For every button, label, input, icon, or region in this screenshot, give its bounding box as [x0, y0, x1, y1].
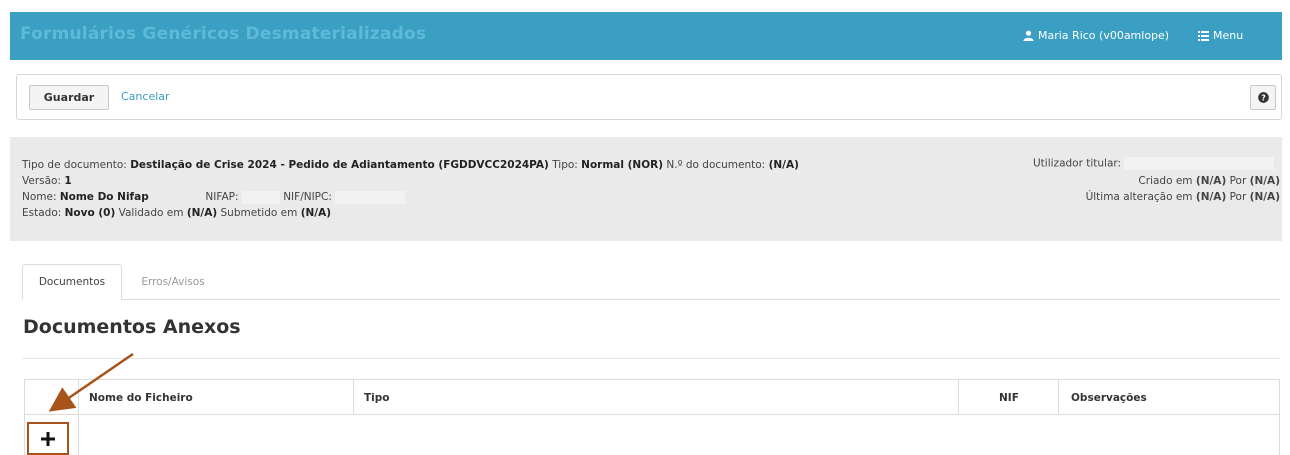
- table-header: Nome do Ficheiro Tipo NIF Observações: [25, 380, 1279, 415]
- plus-icon: [41, 431, 55, 446]
- app-title: Formulários Genéricos Desmaterializados: [20, 24, 427, 44]
- owner-user-value: [1124, 157, 1275, 170]
- document-type-line: Tipo de documento: Destilação de Crise 2…: [22, 157, 799, 173]
- user-icon: [1023, 30, 1034, 41]
- document-info-panel: Tipo de documento: Destilação de Crise 2…: [10, 137, 1282, 241]
- column-divider: [78, 415, 79, 455]
- column-header-observations: Observações: [1058, 380, 1281, 415]
- created-line: Criado em (N/A) Por (N/A): [1086, 173, 1280, 189]
- list-icon: [1198, 30, 1209, 41]
- app-header: Formulários Genéricos Desmaterializados …: [10, 12, 1282, 60]
- owner-user-label: Utilizador titular:: [1033, 157, 1122, 170]
- modified-label: Última alteração em: [1085, 191, 1193, 203]
- modified-line: Última alteração em (N/A) Por (N/A): [1086, 189, 1280, 205]
- created-by-label: Por: [1229, 175, 1247, 187]
- nif-nipc-label: NIF/NIPC:: [283, 191, 332, 203]
- column-header-actions: [25, 380, 78, 415]
- created-label: Criado em: [1138, 175, 1193, 187]
- add-attachment-button[interactable]: [27, 422, 69, 455]
- help-button[interactable]: ?: [1250, 85, 1276, 110]
- nifap-label: NIFAP:: [205, 191, 239, 203]
- svg-text:?: ?: [1261, 93, 1266, 102]
- created-value: (N/A): [1195, 175, 1227, 187]
- name-line: Nome: Nome Do Nifap NIFAP: NIF/NIPC:: [22, 189, 799, 205]
- version-line: Versão: 1: [22, 173, 799, 189]
- column-header-type: Tipo: [353, 380, 958, 415]
- column-header-nif: NIF: [958, 380, 1058, 415]
- modified-by-label: Por: [1229, 191, 1247, 203]
- menu-label: Menu: [1213, 29, 1244, 42]
- doc-number-label: N.º do documento:: [666, 159, 766, 171]
- cancel-link[interactable]: Cancelar: [121, 90, 170, 103]
- tab-erros-avisos[interactable]: Erros/Avisos: [128, 264, 218, 300]
- type-value: Normal (NOR): [581, 159, 664, 171]
- attachments-table: Nome do Ficheiro Tipo NIF Observações: [24, 379, 1280, 455]
- user-menu-link[interactable]: Maria Rico (v00amlope): [1023, 29, 1169, 42]
- doc-number-value: (N/A): [768, 159, 799, 171]
- submitted-label: Submetido em: [220, 207, 298, 219]
- status-line: Estado: Novo (0) Validado em (N/A) Subme…: [22, 205, 799, 221]
- nif-nipc-value: [335, 190, 406, 204]
- version-value: 1: [64, 175, 72, 187]
- column-header-file-name: Nome do Ficheiro: [78, 380, 353, 415]
- save-button[interactable]: Guardar: [29, 85, 109, 110]
- submitted-value: (N/A): [300, 207, 332, 219]
- name-value: Nome Do Nifap: [59, 191, 149, 203]
- validated-value: (N/A): [186, 207, 218, 219]
- nifap-value: [241, 190, 280, 204]
- modified-value: (N/A): [1195, 191, 1227, 203]
- name-label: Nome:: [22, 191, 57, 203]
- created-by-value: (N/A): [1249, 175, 1280, 187]
- action-toolbar: Guardar Cancelar ?: [16, 74, 1282, 120]
- question-circle-icon: ?: [1257, 92, 1269, 103]
- section-divider: [22, 358, 1280, 359]
- tab-bar: Documentos Erros/Avisos: [22, 264, 1280, 300]
- modified-by-value: (N/A): [1249, 191, 1280, 203]
- section-title: Documentos Anexos: [23, 316, 241, 338]
- version-label: Versão:: [22, 175, 62, 187]
- tab-documentos[interactable]: Documentos: [22, 264, 122, 300]
- status-label: Estado:: [22, 207, 62, 219]
- validated-label: Validado em: [118, 207, 184, 219]
- type-label: Tipo:: [552, 159, 578, 171]
- owner-user-line: Utilizador titular:: [1033, 157, 1275, 170]
- user-name: Maria Rico (v00amlope): [1038, 29, 1170, 42]
- menu-button[interactable]: Menu: [1198, 29, 1243, 42]
- doc-type-value: Destilação de Crise 2024 - Pedido de Adi…: [130, 159, 549, 171]
- status-value: Novo (0): [64, 207, 116, 219]
- doc-type-label: Tipo de documento:: [22, 159, 127, 171]
